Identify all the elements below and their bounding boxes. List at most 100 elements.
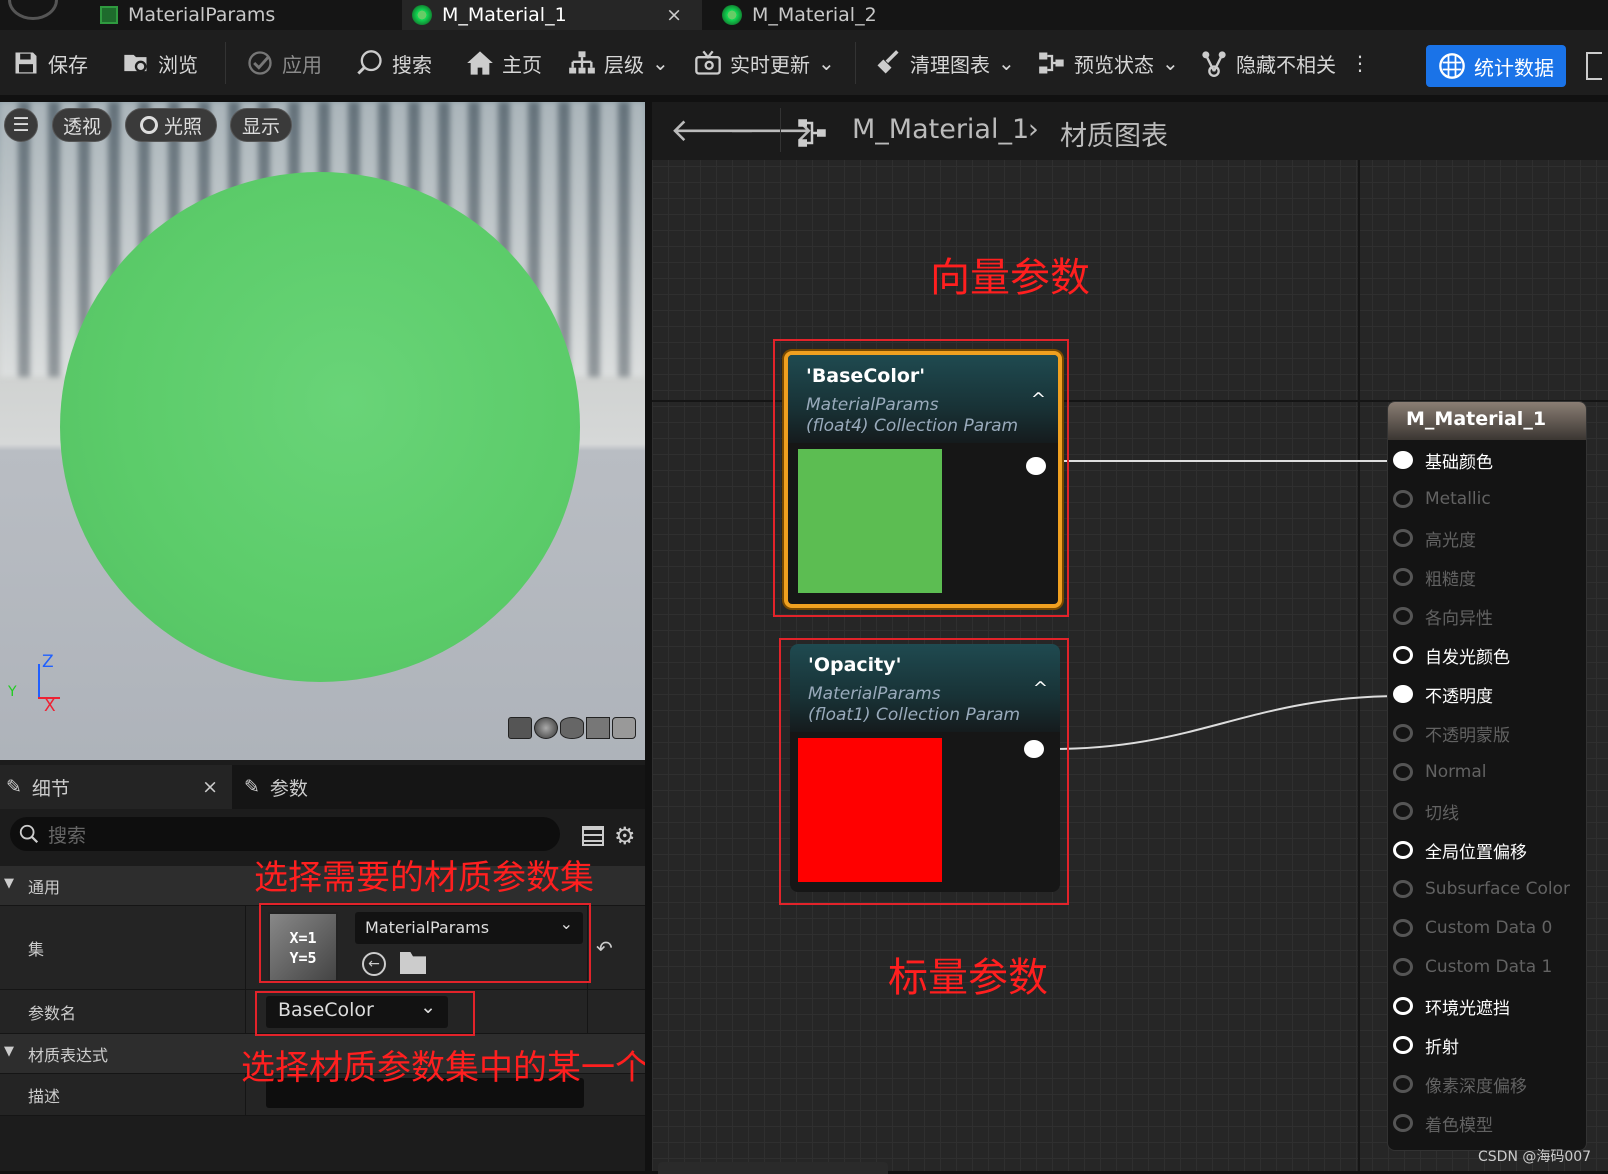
input-pin[interactable]	[1393, 685, 1413, 703]
perspective-button[interactable]: 透视	[52, 108, 112, 142]
cube-icon[interactable]	[586, 717, 610, 739]
save-button[interactable]: 保存	[12, 44, 88, 82]
input-pin[interactable]	[1393, 607, 1413, 625]
result-pin-row[interactable]: 不透明度	[1393, 676, 1493, 712]
preview-state-dropdown[interactable]: 预览状态 ⌄	[1038, 44, 1179, 82]
details-search-input[interactable]: 搜索	[10, 817, 560, 851]
input-pin[interactable]	[1393, 1114, 1413, 1132]
browse-button[interactable]: 浏览	[122, 44, 198, 82]
result-pin-row[interactable]: 切线	[1393, 793, 1459, 829]
plane-icon[interactable]	[560, 717, 584, 739]
result-pin-row[interactable]: Metallic	[1393, 481, 1491, 517]
search-icon	[357, 50, 382, 75]
breadcrumb-material[interactable]: M_Material_1	[852, 114, 1029, 145]
collapse-icon[interactable]: ^	[1033, 678, 1048, 699]
clean-graph-dropdown[interactable]: 清理图表 ⌄	[874, 44, 1015, 82]
result-pin-row[interactable]: 粗糙度	[1393, 559, 1476, 595]
input-pin-label: 自发光颜色	[1425, 647, 1510, 668]
cylinder-icon[interactable]	[508, 717, 532, 739]
tab-label: M_Material_1	[442, 4, 567, 26]
reset-to-default-icon[interactable]: ↶	[596, 936, 613, 960]
close-icon[interactable]: ×	[202, 776, 218, 798]
live-update-icon	[695, 50, 721, 75]
splitter[interactable]	[645, 102, 652, 1171]
input-pin[interactable]	[1393, 997, 1413, 1015]
toolbar-overflow-icon[interactable]	[1586, 52, 1602, 80]
tab-details[interactable]: ✎ 细节 ×	[0, 765, 232, 809]
hierarchy-label: 层级	[604, 52, 644, 77]
browse-label: 浏览	[158, 52, 198, 77]
search-button[interactable]: 搜索	[356, 44, 432, 82]
result-pin-row[interactable]: 不透明蒙版	[1393, 715, 1510, 751]
input-pin[interactable]	[1393, 529, 1413, 547]
result-pin-row[interactable]: 环境光遮挡	[1393, 988, 1510, 1024]
sphere-icon[interactable]	[534, 717, 558, 739]
result-pin-row[interactable]: Normal	[1393, 754, 1487, 790]
preview-shape-toolbar[interactable]	[508, 717, 644, 739]
input-pin[interactable]	[1393, 490, 1413, 508]
node-title: 'Opacity'	[808, 654, 902, 676]
stats-button[interactable]: 统计数据	[1426, 45, 1566, 87]
home-button[interactable]: 主页	[466, 44, 542, 82]
result-pin-row[interactable]: 折射	[1393, 1027, 1459, 1063]
node-opacity[interactable]: 'Opacity' MaterialParams (float1) Collec…	[790, 644, 1060, 892]
teapot-icon[interactable]	[612, 717, 636, 739]
search-label: 搜索	[392, 52, 432, 77]
output-pin[interactable]	[1026, 457, 1046, 475]
tab-m-material-1[interactable]: M_Material_1 ×	[402, 0, 702, 30]
input-pin-label: 全局位置偏移	[1425, 842, 1527, 863]
annotation-scalar-param: 标量参数	[888, 955, 1048, 1001]
caret-down-icon: ▼	[4, 1044, 14, 1059]
input-pin[interactable]	[1393, 880, 1413, 898]
preview-viewport[interactable]: ☰ 透视 光照 显示 Z X Y	[0, 102, 645, 760]
input-pin[interactable]	[1393, 958, 1413, 976]
result-pin-row[interactable]: 高光度	[1393, 520, 1476, 556]
input-pin[interactable]	[1393, 646, 1413, 664]
chevron-right-icon: ›	[1028, 114, 1039, 145]
axis-y-label: Y	[8, 684, 17, 700]
close-icon[interactable]: ×	[666, 4, 682, 26]
node-type: (float1) Collection Param	[808, 705, 1021, 725]
tab-details-label: 细节	[31, 777, 70, 800]
input-pin[interactable]	[1393, 568, 1413, 586]
tab-m-material-2[interactable]: M_Material_2	[712, 0, 1012, 30]
breadcrumb-graph[interactable]: 材质图表	[1060, 114, 1168, 153]
show-button[interactable]: 显示	[230, 108, 292, 142]
result-pin-row[interactable]: 各向异性	[1393, 598, 1493, 634]
viewport-menu-button[interactable]: ☰	[4, 108, 38, 142]
node-basecolor[interactable]: 'BaseColor' MaterialParams (float4) Coll…	[784, 351, 1062, 608]
collapse-icon[interactable]: ^	[1031, 389, 1046, 410]
result-pin-row[interactable]: Custom Data 1	[1393, 949, 1552, 985]
hide-unrelated-button[interactable]: 隐藏不相关	[1200, 44, 1336, 82]
hierarchy-icon	[569, 51, 595, 74]
input-pin[interactable]	[1393, 763, 1413, 781]
result-pin-row[interactable]: 自发光颜色	[1393, 637, 1510, 673]
tab-parameters[interactable]: ✎ 参数	[244, 765, 394, 809]
input-pin[interactable]	[1393, 1036, 1413, 1054]
hierarchy-dropdown[interactable]: 层级 ⌄	[568, 44, 669, 82]
live-update-dropdown[interactable]: 实时更新 ⌄	[694, 44, 835, 82]
output-pin[interactable]	[1024, 740, 1044, 758]
lighting-button[interactable]: 光照	[125, 108, 217, 142]
input-pin[interactable]	[1393, 841, 1413, 859]
input-pin-label: Custom Data 0	[1425, 918, 1553, 938]
gear-icon[interactable]: ⚙	[614, 822, 636, 850]
result-pin-row[interactable]: Custom Data 0	[1393, 910, 1552, 946]
input-pin[interactable]	[1393, 919, 1413, 937]
input-pin[interactable]	[1393, 451, 1413, 469]
tab-materialparams[interactable]: MaterialParams	[100, 0, 400, 30]
result-pin-row[interactable]: 着色模型	[1393, 1105, 1493, 1141]
result-pin-row[interactable]: 像素深度偏移	[1393, 1066, 1527, 1102]
input-pin-label: 像素深度偏移	[1425, 1076, 1527, 1097]
more-options-icon[interactable]: ⋮	[1350, 44, 1370, 82]
result-pin-row[interactable]: Subsurface Color	[1393, 871, 1570, 907]
input-pin[interactable]	[1393, 1075, 1413, 1093]
table-view-icon[interactable]	[582, 826, 604, 846]
stats-icon	[1439, 53, 1465, 79]
input-pin[interactable]	[1393, 802, 1413, 820]
preview-sphere	[60, 172, 580, 682]
apply-button[interactable]: 应用	[246, 44, 322, 82]
result-pin-row[interactable]: 全局位置偏移	[1393, 832, 1527, 868]
input-pin[interactable]	[1393, 724, 1413, 742]
result-pin-row[interactable]: 基础颜色	[1393, 442, 1493, 478]
